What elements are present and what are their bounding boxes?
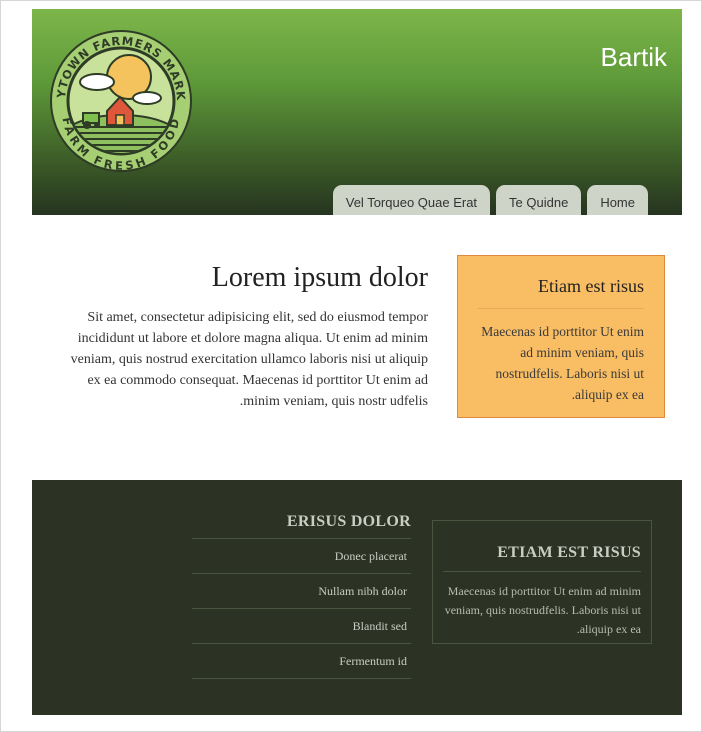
footer-block: ETIAM EST RISUS Maecenas id porttitor Ut… xyxy=(432,520,652,644)
page-title: Lorem ipsum dolor xyxy=(211,262,428,293)
footer-block-body: Maecenas id porttitor Ut enim ad minim v… xyxy=(444,584,641,636)
footer-block-title: ETIAM EST RISUS xyxy=(443,541,641,572)
footer-link-blandit-sed[interactable]: Blandit sed xyxy=(192,609,411,644)
sidebar-title: Etiam est risus xyxy=(478,274,644,309)
footer-link-nullam-nibh-dolor[interactable]: Nullam nibh dolor xyxy=(192,574,411,609)
farmers-market-logo[interactable]: ANYTOWN FARMERS MARKET FARM FRESH FOOD xyxy=(47,27,195,175)
footer-menu-list: Donec placerat Nullam nibh dolor Blandit… xyxy=(192,539,411,679)
site-header: ANYTOWN FARMERS MARKET FARM FRESH FOOD B… xyxy=(32,9,682,215)
tab-vel-torqueo[interactable]: Vel Torqueo Quae Erat xyxy=(332,185,491,215)
footer-menu-title: ERISUS DOLOR xyxy=(192,510,411,539)
site-name[interactable]: Bartik xyxy=(601,42,667,73)
tab-home[interactable]: Home xyxy=(587,185,648,215)
main-menu: Home Te Quidne Vel Torqueo Quae Erat xyxy=(332,185,648,215)
page-body: Sit amet, consectetur adipisicing elit, … xyxy=(70,310,428,409)
footer-link-donec-placerat[interactable]: Donec placerat xyxy=(192,539,411,574)
sidebar-block: Etiam est risus Maecenas id porttitor Ut… xyxy=(457,255,665,418)
page-frame: ANYTOWN FARMERS MARKET FARM FRESH FOOD B… xyxy=(0,0,702,732)
footer-link-fermentum-id[interactable]: Fermentum id xyxy=(192,644,411,679)
site-footer: ERISUS DOLOR Donec placerat Nullam nibh … xyxy=(32,480,682,715)
main-content: Lorem ipsum dolor Sit amet, consectetur … xyxy=(56,259,428,412)
footer-menu: ERISUS DOLOR Donec placerat Nullam nibh … xyxy=(192,510,411,679)
sidebar-body: Maecenas id porttitor Ut enim ad minim v… xyxy=(481,324,644,402)
tab-te-quidne[interactable]: Te Quidne xyxy=(496,185,582,215)
